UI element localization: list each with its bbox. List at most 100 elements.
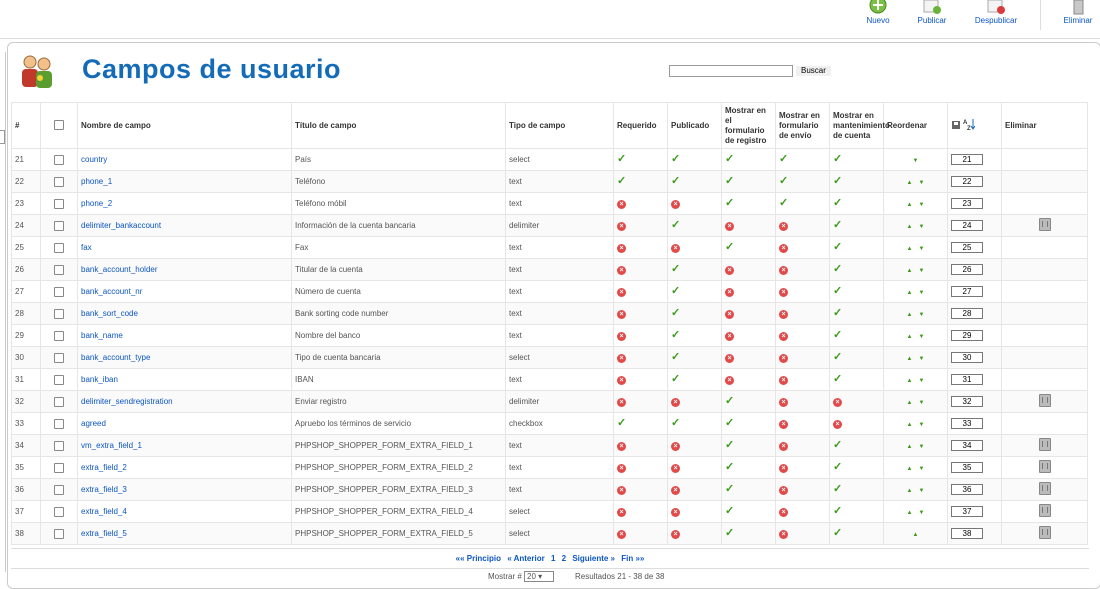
- cross-icon[interactable]: ×: [617, 244, 626, 253]
- cross-icon[interactable]: ×: [617, 288, 626, 297]
- order-input[interactable]: [951, 506, 983, 517]
- delete-icon[interactable]: [1039, 438, 1051, 451]
- check-icon[interactable]: ✓: [671, 285, 680, 297]
- cross-icon[interactable]: ×: [617, 508, 626, 517]
- pagination-page-2[interactable]: 2: [562, 554, 566, 563]
- check-icon[interactable]: ✓: [833, 175, 842, 187]
- delete-icon[interactable]: [1039, 504, 1051, 517]
- field-name-link[interactable]: phone_2: [81, 199, 112, 208]
- check-icon[interactable]: ✓: [725, 175, 734, 187]
- move-down-icon[interactable]: ▼: [919, 334, 925, 340]
- pagination-last[interactable]: Fin »»: [621, 554, 644, 563]
- check-icon[interactable]: ✓: [725, 417, 734, 429]
- delete-icon[interactable]: [1039, 394, 1051, 407]
- move-up-icon[interactable]: ▲: [907, 444, 913, 450]
- move-down-icon[interactable]: ▼: [919, 224, 925, 230]
- cross-icon[interactable]: ×: [779, 222, 788, 231]
- check-icon[interactable]: ✓: [833, 241, 842, 253]
- cross-icon[interactable]: ×: [779, 266, 788, 275]
- field-name-link[interactable]: vm_extra_field_1: [81, 441, 142, 450]
- row-checkbox[interactable]: [54, 265, 64, 275]
- row-checkbox[interactable]: [54, 375, 64, 385]
- cross-icon[interactable]: ×: [671, 442, 680, 451]
- row-checkbox[interactable]: [54, 221, 64, 231]
- check-icon[interactable]: ✓: [833, 329, 842, 341]
- row-checkbox[interactable]: [54, 529, 64, 539]
- header-reordenar[interactable]: Reordenar: [884, 103, 948, 149]
- order-input[interactable]: [951, 242, 983, 253]
- cross-icon[interactable]: ×: [779, 376, 788, 385]
- move-down-icon[interactable]: ▼: [919, 444, 925, 450]
- order-input[interactable]: [951, 462, 983, 473]
- move-up-icon[interactable]: ▲: [907, 180, 913, 186]
- check-icon[interactable]: ✓: [725, 197, 734, 209]
- move-down-icon[interactable]: ▼: [919, 246, 925, 252]
- check-icon[interactable]: ✓: [833, 483, 842, 495]
- cross-icon[interactable]: ×: [671, 244, 680, 253]
- check-icon[interactable]: ✓: [671, 263, 680, 275]
- field-name-link[interactable]: bank_account_nr: [81, 287, 142, 296]
- cross-icon[interactable]: ×: [617, 464, 626, 473]
- order-input[interactable]: [951, 528, 983, 539]
- field-name-link[interactable]: extra_field_4: [81, 507, 127, 516]
- search-button[interactable]: Buscar: [796, 66, 831, 76]
- check-icon[interactable]: ✓: [671, 307, 680, 319]
- cross-icon[interactable]: ×: [617, 332, 626, 341]
- cross-icon[interactable]: ×: [833, 398, 842, 407]
- check-icon[interactable]: ✓: [725, 395, 734, 407]
- cross-icon[interactable]: ×: [779, 398, 788, 407]
- cross-icon[interactable]: ×: [725, 310, 734, 319]
- move-up-icon[interactable]: ▲: [907, 356, 913, 362]
- check-icon[interactable]: ✓: [671, 219, 680, 231]
- field-name-link[interactable]: bank_name: [81, 331, 123, 340]
- pagination-first[interactable]: «« Principio: [456, 554, 501, 563]
- page-size-select[interactable]: 20 ▾: [524, 571, 554, 582]
- order-input[interactable]: [951, 352, 983, 363]
- move-down-icon[interactable]: ▼: [919, 356, 925, 362]
- check-icon[interactable]: ✓: [671, 329, 680, 341]
- header-titulo[interactable]: Título de campo: [292, 103, 506, 149]
- search-input[interactable]: [669, 65, 793, 77]
- order-input[interactable]: [951, 396, 983, 407]
- move-up-icon[interactable]: ▲: [907, 334, 913, 340]
- field-name-link[interactable]: extra_field_5: [81, 529, 127, 538]
- move-up-icon[interactable]: ▲: [907, 312, 913, 318]
- check-icon[interactable]: ✓: [779, 197, 788, 209]
- move-up-icon[interactable]: ▲: [907, 378, 913, 384]
- move-down-icon[interactable]: ▼: [919, 378, 925, 384]
- row-checkbox[interactable]: [54, 441, 64, 451]
- cross-icon[interactable]: ×: [671, 398, 680, 407]
- cross-icon[interactable]: ×: [779, 354, 788, 363]
- eliminar-button[interactable]: Eliminar: [1048, 0, 1100, 30]
- order-input[interactable]: [951, 176, 983, 187]
- order-input[interactable]: [951, 286, 983, 297]
- order-input[interactable]: [951, 374, 983, 385]
- cross-icon[interactable]: ×: [725, 376, 734, 385]
- nuevo-button[interactable]: Nuevo: [848, 0, 908, 30]
- despublicar-button[interactable]: Despublicar: [966, 0, 1026, 30]
- cross-icon[interactable]: ×: [725, 222, 734, 231]
- header-envio[interactable]: Mostrar en formulario de envío: [776, 103, 830, 149]
- order-input[interactable]: [951, 220, 983, 231]
- cross-icon[interactable]: ×: [671, 530, 680, 539]
- check-icon[interactable]: ✓: [833, 285, 842, 297]
- pagination-page-1[interactable]: 1: [551, 554, 555, 563]
- order-input[interactable]: [951, 198, 983, 209]
- move-up-icon[interactable]: ▲: [907, 466, 913, 472]
- row-checkbox[interactable]: [54, 507, 64, 517]
- field-name-link[interactable]: phone_1: [81, 177, 112, 186]
- check-icon[interactable]: ✓: [671, 153, 680, 165]
- order-input[interactable]: [951, 484, 983, 495]
- move-down-icon[interactable]: ▼: [919, 466, 925, 472]
- select-all-checkbox[interactable]: [54, 120, 64, 130]
- row-checkbox[interactable]: [54, 463, 64, 473]
- check-icon[interactable]: ✓: [725, 241, 734, 253]
- move-down-icon[interactable]: ▼: [919, 202, 925, 208]
- move-down-icon[interactable]: ▼: [913, 158, 919, 164]
- check-icon[interactable]: ✓: [779, 175, 788, 187]
- field-name-link[interactable]: extra_field_3: [81, 485, 127, 494]
- check-icon[interactable]: ✓: [671, 417, 680, 429]
- header-nombre[interactable]: Nombre de campo: [78, 103, 292, 149]
- row-checkbox[interactable]: [54, 353, 64, 363]
- cross-icon[interactable]: ×: [725, 332, 734, 341]
